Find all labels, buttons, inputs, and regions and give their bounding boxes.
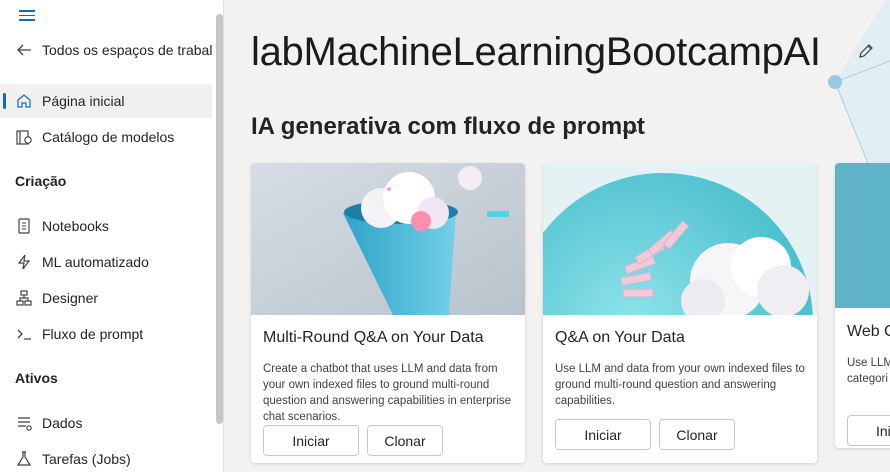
template-card-multi-round-qa[interactable]: Multi-Round Q&A on Your Data Create a ch…: [251, 163, 525, 463]
sidebar-item-label: Dados: [42, 415, 83, 431]
template-card-web-classification[interactable]: Web C Use LLM categori Ini: [835, 163, 890, 448]
card-title: Q&A on Your Data: [555, 329, 685, 346]
lightning-icon: [14, 252, 34, 272]
sidebar-item-label: Notebooks: [42, 218, 109, 234]
notebook-icon: [14, 216, 34, 236]
card-thumbnail: [835, 163, 890, 308]
sidebar-item-label: ML automatizado: [42, 254, 149, 270]
sidebar-item-automl[interactable]: ML automatizado: [0, 245, 212, 279]
card-thumbnail: [543, 163, 817, 315]
sidebar-item-label: Tarefas (Jobs): [42, 451, 131, 467]
section-heading-criacao: Criação: [15, 173, 67, 189]
section-heading-ativos: Ativos: [15, 370, 58, 386]
flask-icon: [14, 449, 34, 469]
section-title: IA generativa com fluxo de prompt: [251, 113, 645, 140]
prompt-icon: [14, 324, 34, 344]
sidebar-item-prompt-flow[interactable]: Fluxo de prompt: [0, 317, 212, 351]
card-description: Create a chatbot that uses LLM and data …: [263, 363, 512, 423]
start-button[interactable]: Iniciar: [263, 425, 359, 456]
sidebar-item-designer[interactable]: Designer: [0, 281, 212, 315]
arrow-left-icon: [14, 40, 34, 60]
clone-button[interactable]: Clonar: [659, 419, 735, 450]
card-title: Web C: [847, 323, 890, 340]
sidebar-item-label: Designer: [42, 290, 99, 306]
catalog-icon: [14, 127, 34, 147]
back-label: Todos os espaços de trabalho: [42, 42, 212, 58]
card-thumbnail: [251, 163, 525, 315]
designer-icon: [14, 288, 34, 308]
sidebar-item-home[interactable]: Página inicial: [0, 84, 212, 118]
sidebar-scrollbar[interactable]: [216, 14, 223, 424]
sidebar-item-label: Fluxo de prompt: [42, 326, 144, 342]
sidebar-item-model-catalog[interactable]: Catálogo de modelos: [0, 120, 212, 154]
card-description: Use LLM and data from your own indexed f…: [555, 363, 805, 407]
sidebar-item-label: Página inicial: [42, 93, 125, 109]
more-options-icon[interactable]: ···: [621, 122, 640, 140]
card-title: Multi-Round Q&A on Your Data: [263, 329, 484, 346]
clone-button[interactable]: Clonar: [367, 425, 443, 456]
sidebar-item-data[interactable]: Dados: [0, 406, 212, 440]
left-navigation: Todos os espaços de trabalho Página inic…: [0, 0, 224, 472]
data-icon: [14, 413, 34, 433]
template-card-qa-on-your-data[interactable]: Q&A on Your Data Use LLM and data from y…: [543, 163, 817, 463]
card-description: Use LLM categori: [847, 357, 890, 385]
home-icon: [14, 91, 34, 111]
workspace-title: labMachineLearningBootcampAI: [251, 30, 821, 74]
hamburger-menu-icon[interactable]: [19, 10, 35, 22]
sidebar-item-jobs[interactable]: Tarefas (Jobs): [0, 442, 212, 472]
sidebar-item-notebooks[interactable]: Notebooks: [0, 209, 212, 243]
main-content: labMachineLearningBootcampAI IA generati…: [225, 0, 890, 472]
start-button[interactable]: Iniciar: [555, 419, 651, 450]
start-button[interactable]: Ini: [847, 415, 890, 446]
pencil-edit-icon[interactable]: [857, 42, 875, 60]
sidebar-item-label: Catálogo de modelos: [42, 129, 175, 145]
back-to-workspaces-link[interactable]: Todos os espaços de trabalho: [0, 33, 212, 67]
